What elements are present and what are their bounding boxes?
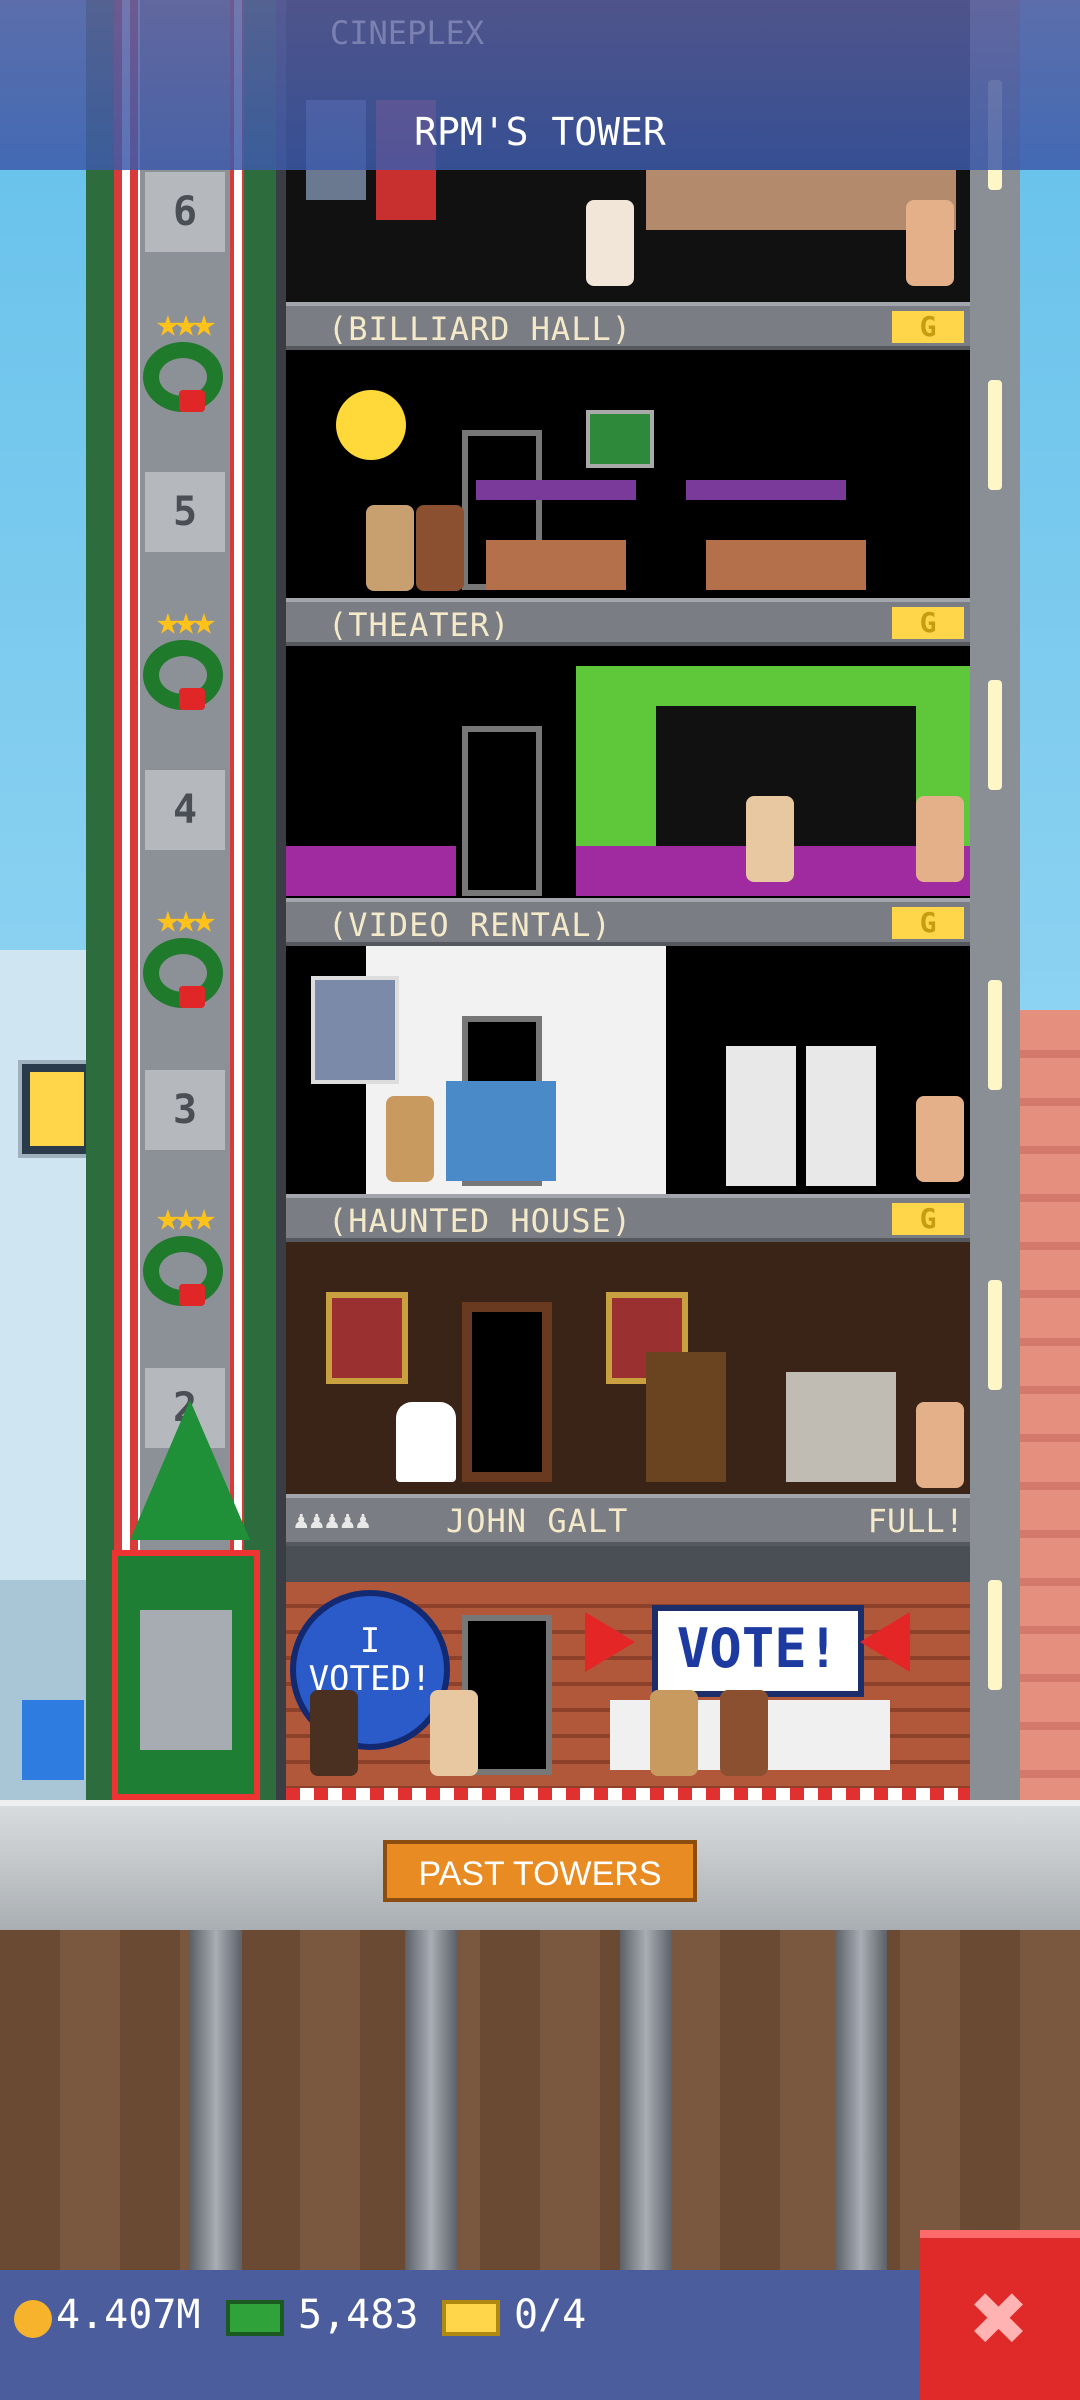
bitizen[interactable] [916, 1096, 964, 1182]
rail-light [988, 380, 1002, 490]
support-pillar [405, 1930, 457, 2270]
theater-seats [286, 846, 456, 896]
stair-door [462, 726, 542, 896]
wreath-icon: ★★★ [128, 300, 238, 420]
arrow-right-icon [585, 1612, 635, 1672]
scoreboard-tv [586, 410, 654, 468]
tower-header: CINEPLEX RPM'S TOWER [0, 0, 1080, 170]
rail-light [988, 680, 1002, 790]
floor-haunted-house[interactable] [286, 1242, 970, 1494]
vote-sign: VOTE! [652, 1605, 864, 1697]
bitizen[interactable] [386, 1096, 434, 1182]
ghost-costume [396, 1402, 456, 1482]
tower-right-rail [970, 0, 1020, 1800]
bitizen[interactable] [416, 505, 464, 591]
floor-name: (VIDEO RENTAL) [328, 906, 612, 944]
support-pillar [620, 1930, 672, 2270]
lobby-label[interactable]: ♟♟♟♟♟ JOHN GALT FULL! [286, 1494, 970, 1546]
bux-value: 5,483 [298, 2292, 419, 2338]
elevator-floor-5: 5 [145, 472, 225, 552]
elevator-floor-3: 3 [145, 1070, 225, 1150]
badge-icon: G [892, 1203, 964, 1235]
arrow-left-icon [860, 1612, 910, 1672]
floor-video-rental[interactable] [286, 946, 970, 1194]
badge-icon: G [892, 311, 964, 343]
badge-icon: G [892, 607, 964, 639]
elevator-door [140, 1610, 232, 1750]
residents-icon: ♟♟♟♟♟ [294, 1506, 372, 1534]
bitizen[interactable] [720, 1690, 768, 1776]
dino-costume [446, 1081, 556, 1181]
past-towers-button[interactable]: PAST TOWERS [383, 1840, 697, 1902]
floor-name: (THEATER) [328, 606, 511, 644]
tickets-value: 0/4 [514, 2292, 587, 2338]
dvd-shelf [726, 1046, 796, 1186]
bitizen[interactable] [430, 1690, 478, 1776]
stair-door [462, 1302, 552, 1482]
bitizen[interactable] [366, 505, 414, 591]
coin-icon [14, 2300, 52, 2338]
floor-label-video-rental[interactable]: (VIDEO RENTAL) G [286, 898, 970, 946]
floor-name: (BILLIARD HALL) [328, 310, 632, 348]
bitizen[interactable] [746, 796, 794, 882]
floor-label-haunted-house[interactable]: (HAUNTED HOUSE) G [286, 1194, 970, 1242]
wreath-icon: ★★★ [128, 1194, 238, 1314]
rail-light [988, 980, 1002, 1090]
support-pillar [835, 1930, 887, 2270]
badge-icon: G [892, 907, 964, 939]
bitizen[interactable] [650, 1690, 698, 1776]
billiard-ball-icon [336, 390, 406, 460]
underground [0, 1930, 1080, 2270]
christmas-tree-icon [130, 1400, 250, 1540]
bitizen[interactable] [906, 200, 954, 286]
coffin [646, 1352, 726, 1482]
fries-billboard [18, 1060, 96, 1158]
floor-label-billiard-hall[interactable]: (BILLIARD HALL) G [286, 302, 970, 350]
bux-icon [226, 2300, 284, 2336]
wreath-icon: ★★★ [128, 896, 238, 1016]
pool-table [486, 540, 626, 590]
dvd-shelf [806, 1046, 876, 1186]
tower-frame [276, 0, 286, 1800]
floor-label-theater[interactable]: (THEATER) G [286, 598, 970, 646]
pool-lamp [476, 480, 636, 500]
ticket-icon [442, 2300, 500, 2336]
bitizen[interactable] [916, 1402, 964, 1488]
floor-billiard-hall[interactable] [286, 350, 970, 598]
support-pillar [190, 1930, 242, 2270]
rail-light [988, 1580, 1002, 1690]
lobby-status: FULL! [867, 1502, 964, 1540]
pool-lamp [686, 480, 846, 500]
portrait [326, 1292, 408, 1384]
lobby-ceiling [286, 1546, 970, 1582]
top-floor-label: CINEPLEX [330, 14, 485, 52]
bitizen[interactable] [586, 200, 634, 286]
lobby-owner: JOHN GALT [446, 1502, 629, 1540]
lobby-elevator-entrance[interactable] [112, 1550, 260, 1800]
coins-value: 4.407M [56, 2292, 201, 2338]
bitizen[interactable] [310, 1690, 358, 1776]
background-building-right [1015, 1010, 1080, 1800]
floor-theater[interactable] [286, 646, 970, 898]
tower-title: RPM'S TOWER [414, 110, 666, 154]
elevator-floor-4: 4 [145, 770, 225, 850]
close-button[interactable]: ✖ [920, 2230, 1080, 2400]
fireplace [786, 1372, 896, 1482]
bitizen[interactable] [916, 796, 964, 882]
lobby-floor-trim [286, 1788, 970, 1800]
pool-table [706, 540, 866, 590]
elevator-floor-6: 6 [145, 172, 225, 252]
wreath-icon: ★★★ [128, 598, 238, 718]
blue-sign [22, 1700, 84, 1780]
floor-name: (HAUNTED HOUSE) [328, 1202, 632, 1240]
movie-poster [311, 976, 399, 1084]
rail-light [988, 1280, 1002, 1390]
